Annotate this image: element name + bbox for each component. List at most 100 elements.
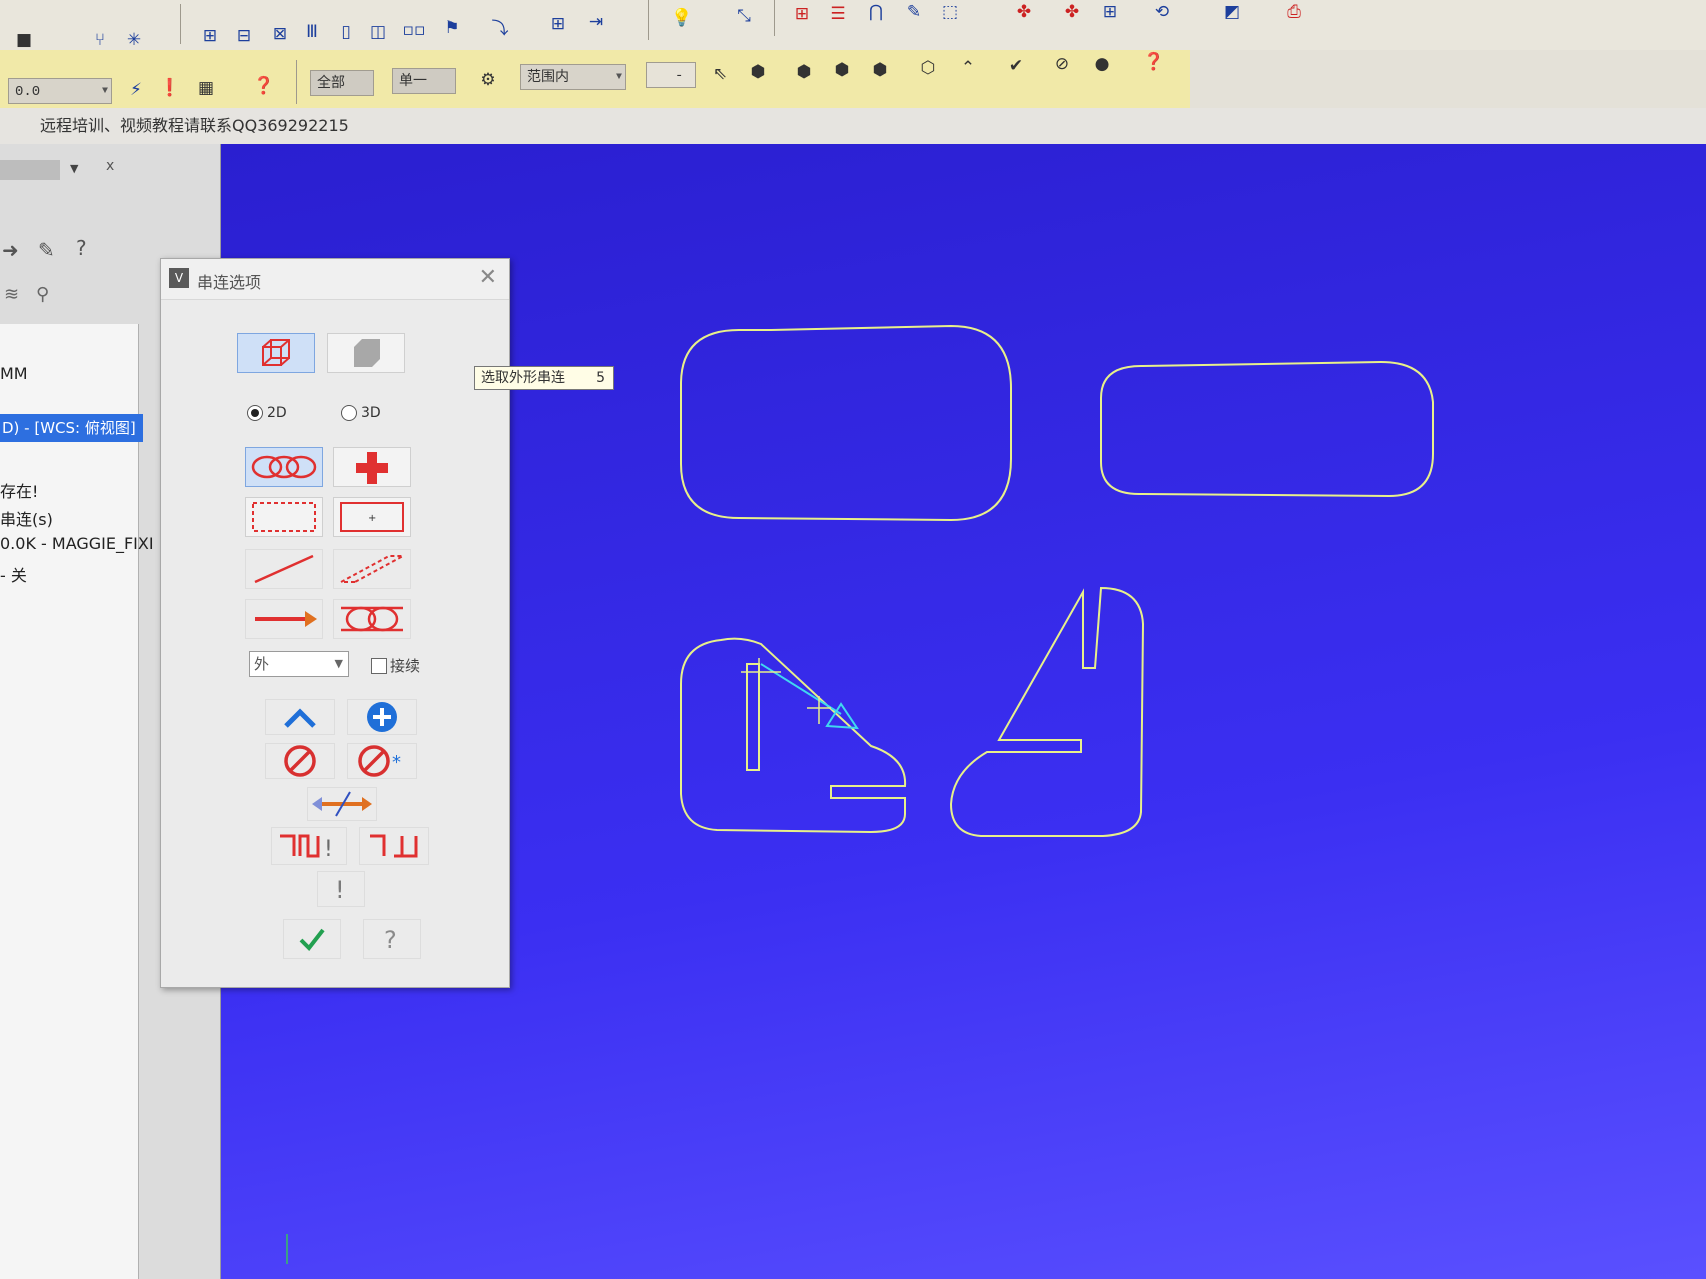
dimension-icon[interactable]: Ⅲ (300, 20, 324, 44)
tree-line-2: 串连(s) (0, 510, 53, 529)
undo-button[interactable] (265, 699, 335, 735)
table-icon[interactable]: ⊞ (790, 2, 814, 26)
single-button[interactable] (245, 549, 323, 589)
pencil-icon[interactable]: ✎ (902, 0, 926, 24)
help-icon[interactable]: ❓ (252, 74, 276, 98)
rotate-icon[interactable]: ⟲ (1150, 0, 1174, 24)
hex2-icon[interactable]: ⬢ (830, 58, 854, 82)
radio-2d[interactable]: 2D (247, 405, 287, 421)
unselect-button[interactable] (265, 743, 335, 779)
unselect-all-button[interactable]: * (347, 743, 417, 779)
view-icon[interactable]: ◩ (1220, 0, 1244, 24)
vector-button[interactable] (245, 599, 323, 639)
status-bar: 远程培训、视频教程请联系QQ369292215 (0, 108, 1706, 144)
unselect-all-icon: * (358, 745, 401, 777)
tool-icon[interactable]: ✎ (38, 238, 55, 262)
ok-button[interactable] (283, 919, 341, 959)
window-button[interactable] (245, 497, 323, 537)
tooltip-shortcut: 5 (596, 370, 605, 386)
options-button[interactable] (359, 827, 429, 865)
chevron-down-icon[interactable]: ▼ (102, 79, 108, 105)
dialog-titlebar: V 串连选项 ✕ (161, 259, 509, 300)
radio-3d[interactable]: 3D (341, 405, 381, 421)
filter-single-button[interactable]: 单一 (392, 68, 456, 94)
wave-icon[interactable]: ≋ (4, 284, 19, 305)
measure-icon[interactable]: ⊠ (268, 22, 292, 46)
arrow-right-icon[interactable]: ➜ (2, 238, 19, 262)
solid-icon[interactable]: ⊞ (1098, 0, 1122, 24)
solid-mode-button[interactable] (327, 333, 405, 373)
add-button[interactable] (347, 699, 417, 735)
filter-icon[interactable]: ⚙ (476, 68, 500, 92)
chevron-down-icon[interactable]: ▼ (616, 65, 622, 91)
arrows-icon[interactable]: ⤡ (732, 4, 756, 28)
exclaim-icon[interactable]: ❗ (158, 76, 182, 100)
continue-checkbox-box[interactable] (371, 657, 387, 674)
svg-text:!: ! (324, 837, 333, 862)
layer-icon[interactable]: ■ (12, 28, 36, 52)
magnifier-icon[interactable]: ⚲ (36, 284, 49, 305)
list-icon[interactable]: ☰ (826, 2, 850, 26)
box3d-icon[interactable]: ⬡ (916, 56, 940, 80)
help-button[interactable]: ? (363, 919, 421, 959)
chain-mode-select[interactable]: 外 ▼ (249, 651, 349, 677)
snap-icon[interactable]: ⊞ (198, 24, 222, 48)
partial-button[interactable] (333, 599, 411, 639)
light-icon[interactable]: 💡 (670, 6, 694, 30)
rounded-rectangle-left (680, 324, 1012, 522)
chain-links-icon (251, 455, 317, 479)
flag-icon[interactable]: ⚑ (440, 16, 464, 40)
filter-range-select[interactable]: 范围内 ▼ (520, 64, 626, 90)
toolbar-row-1: ■ ⑂ ✳ ⊞ ⊟ ⊠ Ⅲ ▯ ◫ ▫▫ ⚑ ⤵ ⊞ ⇥ 💡 ⤡ ⊞ ☰ ⋂ ✎… (0, 0, 1706, 51)
cursor-icon[interactable]: ⇖ (708, 62, 732, 86)
help-icon[interactable]: ? (76, 236, 87, 260)
question-icon[interactable]: ❓ (1142, 50, 1166, 74)
chevron-down-icon[interactable]: ▼ (335, 652, 343, 676)
hex3-icon[interactable]: ⬢ (868, 58, 892, 82)
panel-close-button[interactable]: x (106, 158, 114, 174)
end-options-button[interactable]: ! (271, 827, 347, 865)
svg-text:!: ! (335, 876, 345, 904)
transform-icon[interactable]: ⇥ (584, 10, 608, 34)
print-icon[interactable]: ⎙ (1282, 0, 1306, 24)
mask-icon[interactable]: ▦ (194, 76, 218, 100)
align-icon[interactable]: ▯ (334, 20, 358, 44)
blank-field[interactable]: - (646, 62, 696, 88)
paint2-icon[interactable]: ✤ (1060, 0, 1084, 24)
lightning-icon[interactable]: ⚡ (124, 78, 148, 102)
snap2-icon[interactable]: ⊟ (232, 24, 256, 48)
toolbar-separator (648, 0, 649, 40)
select-solid-icon[interactable]: ⬢ (746, 60, 770, 84)
star-icon[interactable]: ✳ (122, 28, 146, 52)
filter-all-button[interactable]: 全部 (310, 70, 374, 96)
chain-button[interactable] (245, 447, 323, 487)
wireframe-mode-button[interactable] (237, 333, 315, 373)
area-point-icon: + (340, 502, 404, 532)
arch-icon[interactable]: ⋂ (864, 0, 888, 24)
hex1-icon[interactable]: ⬢ (792, 60, 816, 84)
fork-icon[interactable]: ⑂ (88, 28, 112, 52)
check-filter-icon[interactable]: ✔ (1004, 54, 1028, 78)
reverse-button[interactable] (307, 787, 377, 821)
return-icon[interactable]: ⌃ (956, 56, 980, 80)
area-button[interactable]: + (333, 497, 411, 537)
radio-2d-label: 2D (267, 405, 287, 421)
no-icon[interactable]: ⊘ (1050, 52, 1074, 76)
grid-icon[interactable]: ⊞ (546, 12, 570, 36)
boxes-icon[interactable]: ▫▫ (402, 18, 426, 42)
step-icon[interactable]: ⤵ (488, 14, 512, 39)
point-button[interactable] (333, 447, 411, 487)
paint-icon[interactable]: ✤ (1012, 0, 1036, 24)
dialog-title: 串连选项 (197, 273, 262, 292)
continue-checkbox[interactable]: 接续 (371, 655, 420, 676)
point-icon[interactable]: ◫ (366, 20, 390, 44)
selected-tree-item[interactable]: D) - [WCS: 俯视图] (0, 414, 143, 442)
circle-icon[interactable]: ● (1090, 52, 1114, 76)
info-button[interactable]: ! (317, 871, 365, 907)
cube-icon[interactable]: ⬚ (938, 0, 962, 24)
toolbar-separator (774, 0, 775, 36)
close-icon[interactable]: ✕ (479, 265, 497, 290)
zoom-input[interactable]: 0.0 ▼ (8, 78, 112, 104)
chevron-down-icon[interactable]: ▼ (70, 162, 78, 175)
polygon-button[interactable] (333, 549, 411, 589)
